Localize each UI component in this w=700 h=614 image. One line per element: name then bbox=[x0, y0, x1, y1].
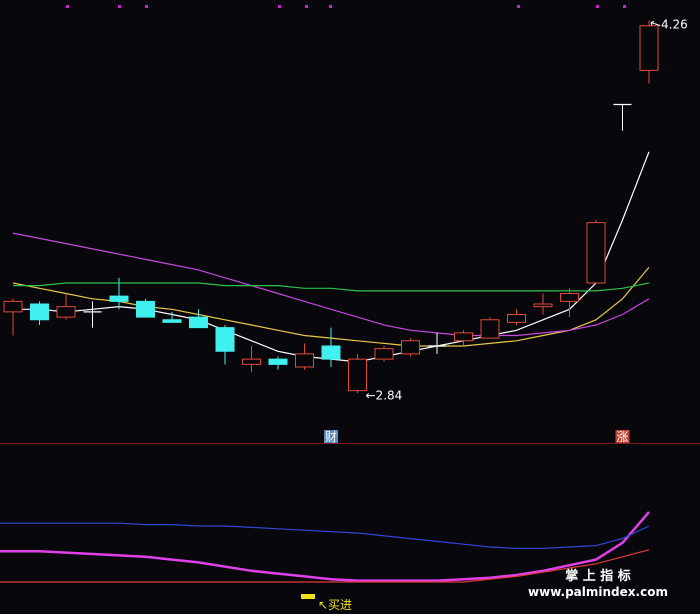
candle bbox=[586, 220, 606, 284]
signal-text: ↖买进 bbox=[318, 598, 352, 612]
badge-text: 涨 bbox=[616, 429, 628, 444]
badge-text: 财 bbox=[325, 430, 337, 444]
candle bbox=[348, 353, 367, 394]
candle bbox=[480, 317, 500, 339]
candle-body bbox=[56, 306, 76, 318]
candle-body bbox=[189, 316, 208, 329]
candle bbox=[374, 346, 394, 362]
candle-body bbox=[321, 345, 341, 360]
candle-body bbox=[586, 222, 606, 284]
top-dot bbox=[305, 5, 308, 8]
top-dot bbox=[623, 5, 626, 8]
candle-body bbox=[639, 25, 659, 71]
top-dot bbox=[145, 5, 148, 8]
candle-body bbox=[560, 293, 579, 302]
watermark-url: www.palmindex.com bbox=[528, 585, 668, 599]
candle-body bbox=[30, 303, 49, 321]
signal-marker bbox=[301, 594, 315, 599]
top-dot bbox=[66, 5, 69, 8]
candle-body bbox=[454, 332, 473, 342]
top-dot bbox=[278, 5, 281, 8]
top-dot bbox=[329, 5, 332, 8]
candle-body bbox=[3, 300, 23, 313]
candle-body bbox=[162, 319, 182, 323]
candle bbox=[401, 338, 420, 357]
candle-body bbox=[295, 353, 314, 368]
price-label: ←2.84 bbox=[366, 388, 403, 402]
chart: 4.26 ←2.84 财 涨 ↖买进 掌 上 指 标 www.palmindex.c… bbox=[0, 0, 700, 614]
top-dot bbox=[118, 5, 121, 8]
candle-body bbox=[348, 358, 367, 392]
candle-body bbox=[268, 358, 288, 365]
watermark-title: 掌 上 指 标 bbox=[565, 568, 631, 584]
top-dot bbox=[596, 5, 599, 8]
candle bbox=[136, 298, 155, 318]
candle-body bbox=[215, 327, 235, 352]
top-dot bbox=[517, 5, 520, 8]
background bbox=[0, 0, 700, 614]
price-label: 4.26 bbox=[661, 18, 688, 32]
candle-body bbox=[533, 303, 553, 308]
candle-body bbox=[507, 314, 526, 323]
candle-body bbox=[374, 348, 394, 360]
candle-body bbox=[109, 295, 129, 302]
candle-body bbox=[480, 319, 500, 339]
candle-body bbox=[401, 340, 420, 355]
candle-body bbox=[242, 358, 261, 365]
candle-body bbox=[136, 300, 155, 318]
